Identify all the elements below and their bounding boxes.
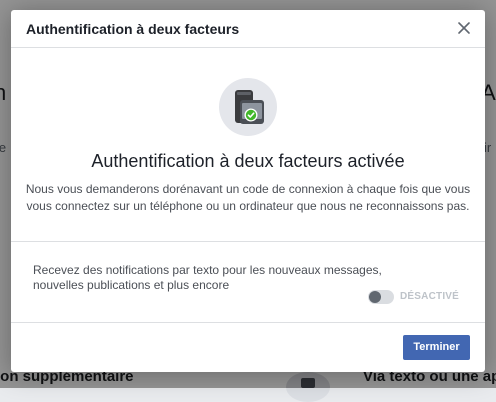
finish-button[interactable]: Terminer: [403, 335, 470, 360]
confirmation-description: Nous vous demanderons dorénavant un code…: [25, 182, 471, 213]
toggle-status-label: DÉSACTIVÉ: [400, 291, 460, 302]
divider: [11, 241, 485, 242]
phone-check-icon: [219, 78, 277, 136]
confirmation-heading: Authentification à deux facteurs activée: [91, 151, 405, 171]
two-factor-dialog: Authentification à deux facteurs Authent…: [11, 10, 485, 372]
sms-notifications-text: Recevez des notifications par texto pour…: [33, 263, 382, 292]
toggle-knob: [369, 291, 381, 303]
dialog-title: Authentification à deux facteurs: [26, 21, 240, 37]
divider: [11, 322, 485, 323]
dialog-header: Authentification à deux facteurs: [11, 10, 485, 48]
sms-notifications-toggle[interactable]: [368, 290, 394, 304]
close-button[interactable]: [455, 19, 473, 37]
close-icon: [455, 19, 473, 37]
